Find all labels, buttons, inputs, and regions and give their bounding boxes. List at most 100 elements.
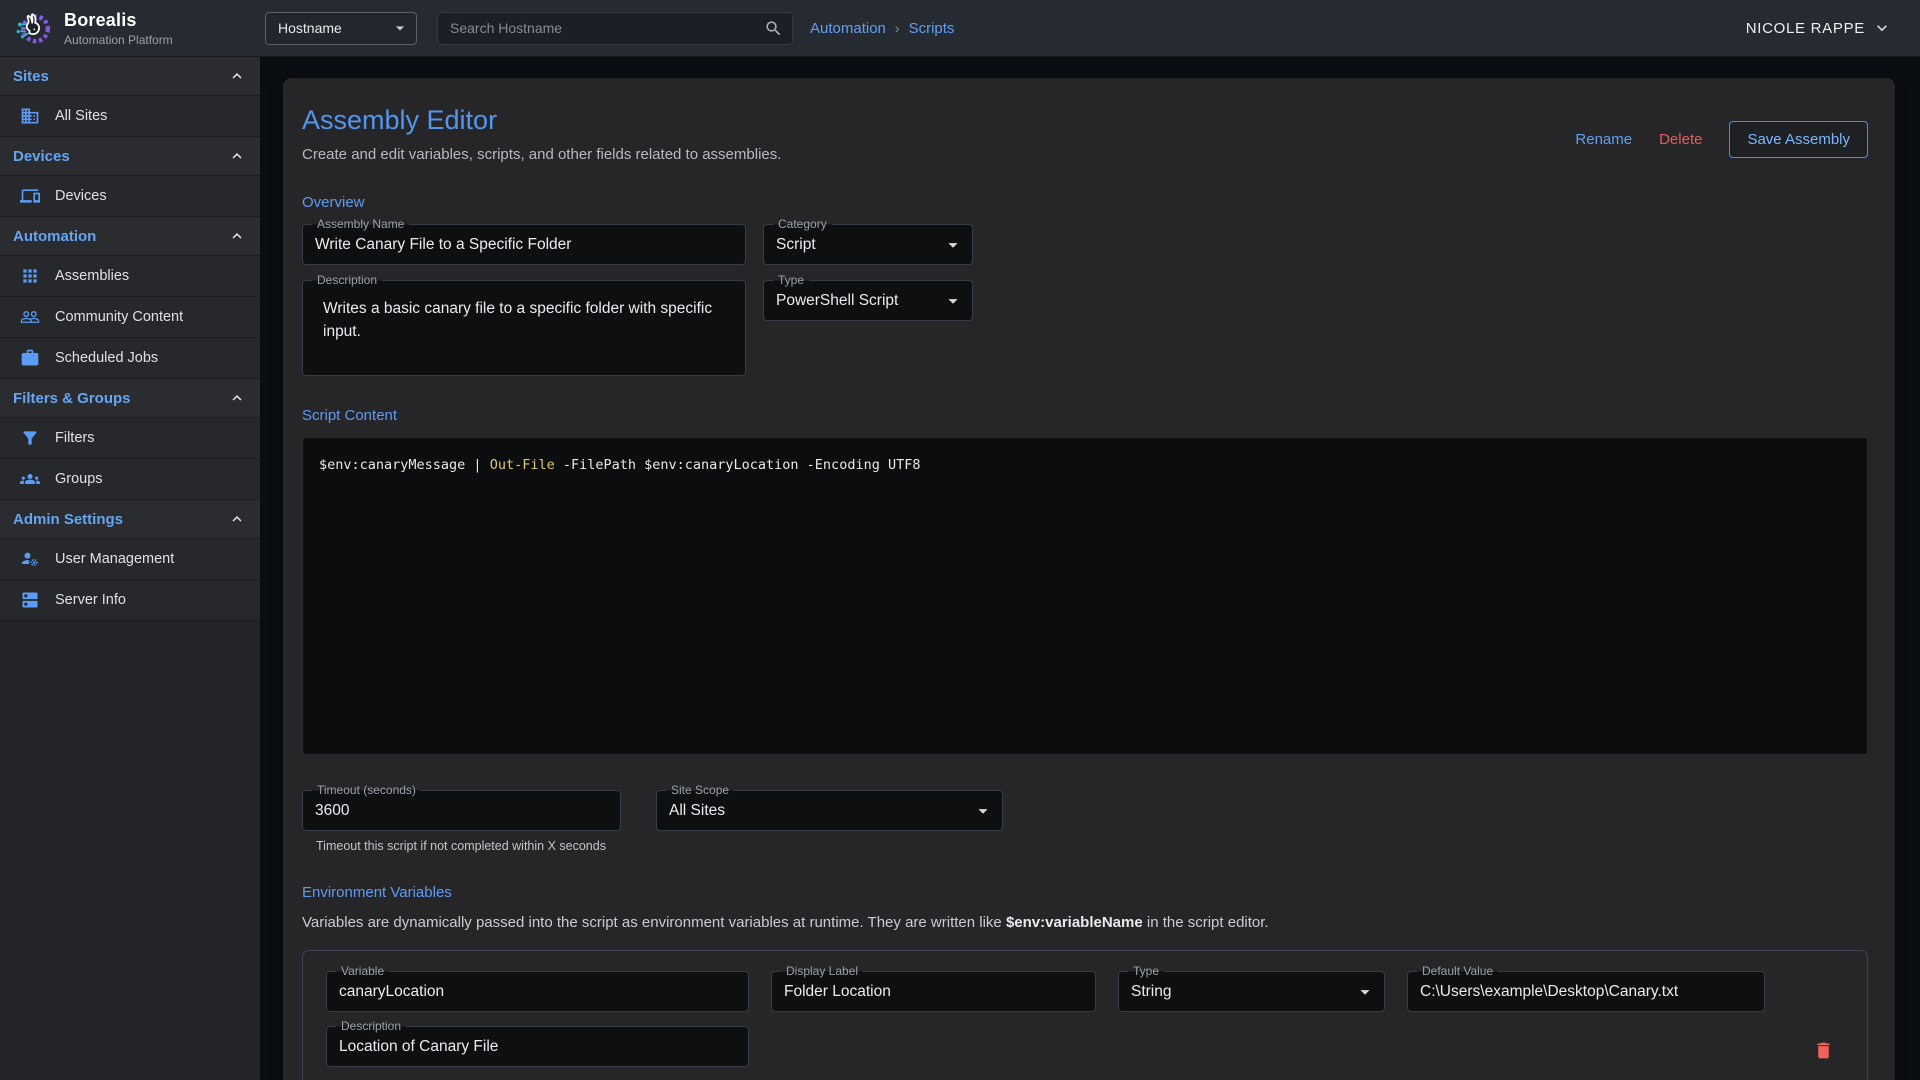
category-select[interactable]: Category Script (763, 224, 973, 265)
variable-type-select[interactable]: Type String (1118, 971, 1385, 1012)
search-box (437, 12, 793, 45)
site-scope-value: All Sites (669, 802, 725, 820)
main-content: Assembly Editor Create and edit variable… (260, 57, 1920, 1080)
type-select[interactable]: Type PowerShell Script (763, 280, 973, 321)
sidebar-section-automation[interactable]: Automation (0, 217, 260, 256)
assembly-name-input[interactable] (315, 236, 733, 254)
sidebar-section-sites[interactable]: Sites (0, 57, 260, 96)
sidebar-item-label: Devices (55, 188, 107, 204)
chevron-down-icon (1872, 18, 1892, 38)
timeout-input[interactable] (315, 802, 608, 820)
sidebar-item-user-management[interactable]: User Management (0, 539, 260, 580)
sidebar-item-scheduled-jobs[interactable]: Scheduled Jobs (0, 338, 260, 379)
page-subtitle: Create and edit variables, scripts, and … (302, 146, 781, 163)
sidebar-section-admin-settings[interactable]: Admin Settings (0, 500, 260, 539)
description-input[interactable]: Writes a basic canary file to a specific… (303, 281, 745, 375)
sidebar-item-label: Filters (55, 430, 94, 446)
script-code-line: $env:canaryMessage | Out-File -FilePath … (319, 457, 1851, 473)
category-value: Script (776, 236, 816, 254)
title-block: Assembly Editor Create and edit variable… (302, 99, 781, 163)
section-label: Sites (13, 68, 49, 85)
site-scope-select[interactable]: Site Scope All Sites (656, 790, 1003, 831)
timeout-block: Timeout (seconds) Timeout this script if… (302, 790, 621, 853)
variable-name-field: Variable (326, 971, 749, 1012)
variable-description-row: Description (326, 1026, 1844, 1067)
grid-icon (20, 266, 40, 286)
sidebar-item-label: User Management (55, 551, 174, 567)
variable-description-input[interactable] (339, 1038, 736, 1056)
sidebar-item-assemblies[interactable]: Assemblies (0, 256, 260, 297)
timeout-scope-row: Timeout (seconds) Timeout this script if… (302, 790, 1868, 853)
default-value-input[interactable] (1420, 983, 1752, 1001)
script-editor[interactable]: $env:canaryMessage | Out-File -FilePath … (302, 437, 1868, 755)
user-name: NICOLE RAPPE (1746, 20, 1865, 37)
delete-button[interactable]: Delete (1659, 131, 1702, 148)
building-icon (20, 106, 40, 126)
topbar: Borealis Automation Platform Hostname Au… (0, 0, 1920, 57)
search-input[interactable] (437, 12, 793, 45)
breadcrumb-link-scripts[interactable]: Scripts (909, 20, 955, 37)
chevron-up-icon (228, 67, 246, 85)
sidebar-item-community-content[interactable]: Community Content (0, 297, 260, 338)
timeout-field: Timeout (seconds) (302, 790, 621, 831)
overview-section-label: Overview (302, 194, 1868, 211)
chevron-up-icon (228, 147, 246, 165)
section-label: Admin Settings (13, 511, 123, 528)
env-desc-text: in the script editor. (1143, 914, 1269, 931)
sidebar-item-label: Server Info (55, 592, 126, 608)
variable-type-value: String (1131, 983, 1172, 1001)
sidebar-section-filters-groups[interactable]: Filters & Groups (0, 379, 260, 418)
display-label-input[interactable] (784, 983, 1083, 1001)
filter-icon (20, 428, 40, 448)
sidebar: Sites All Sites Devices Devices Automati… (0, 57, 260, 1080)
field-label: Display Label (781, 963, 863, 980)
devices-icon (20, 186, 40, 206)
arrow-drop-down-icon (1354, 981, 1376, 1003)
section-label: Devices (13, 148, 70, 165)
script-content-section-label: Script Content (302, 407, 1868, 424)
sidebar-item-label: Community Content (55, 309, 183, 325)
sidebar-item-label: All Sites (55, 108, 107, 124)
timeout-helper-text: Timeout this script if not completed wit… (316, 839, 621, 853)
hostname-select[interactable]: Hostname (265, 12, 417, 45)
sidebar-item-server-info[interactable]: Server Info (0, 580, 260, 621)
save-assembly-button[interactable]: Save Assembly (1729, 121, 1868, 158)
code-command: Out-File (490, 457, 555, 473)
borealis-logo (12, 7, 54, 49)
brand-subtitle: Automation Platform (64, 33, 173, 47)
arrow-drop-down-icon (942, 290, 964, 312)
sidebar-item-filters[interactable]: Filters (0, 418, 260, 459)
user-menu[interactable]: NICOLE RAPPE (1746, 18, 1892, 38)
chevron-up-icon (228, 389, 246, 407)
sidebar-item-groups[interactable]: Groups (0, 459, 260, 500)
delete-variable-button[interactable] (1810, 1037, 1837, 1067)
card-header: Assembly Editor Create and edit variable… (302, 99, 1868, 163)
arrow-drop-down-icon (390, 18, 410, 38)
rename-button[interactable]: Rename (1575, 131, 1632, 148)
sidebar-item-devices[interactable]: Devices (0, 176, 260, 217)
field-label: Type (1128, 963, 1164, 980)
search-icon[interactable] (764, 19, 783, 38)
sidebar-section-devices[interactable]: Devices (0, 137, 260, 176)
variable-name-input[interactable] (339, 983, 736, 1001)
sidebar-item-label: Groups (55, 471, 103, 487)
variable-row: Variable Display Label Type String Defau… (302, 950, 1868, 1080)
header-actions: Rename Delete Save Assembly (1575, 121, 1868, 158)
type-value: PowerShell Script (776, 292, 898, 310)
field-label: Timeout (seconds) (312, 782, 421, 799)
code-text: -FilePath $env:canaryLocation -Encoding … (555, 457, 921, 473)
sidebar-item-all-sites[interactable]: All Sites (0, 96, 260, 137)
breadcrumb: Automation › Scripts (810, 20, 954, 37)
code-text: $env:canaryMessage | (319, 457, 490, 473)
app-root: Borealis Automation Platform Hostname Au… (0, 0, 1920, 1080)
brand-name: Borealis (64, 10, 173, 31)
breadcrumb-link-automation[interactable]: Automation (810, 20, 886, 37)
field-label: Assembly Name (312, 216, 409, 233)
chevron-up-icon (228, 510, 246, 528)
breadcrumb-separator: › (895, 20, 900, 36)
sidebar-item-label: Assemblies (55, 268, 129, 284)
brand-text: Borealis Automation Platform (64, 10, 173, 47)
assembly-editor-card: Assembly Editor Create and edit variable… (283, 78, 1895, 1080)
section-label: Automation (13, 228, 96, 245)
section-label: Filters & Groups (13, 390, 131, 407)
